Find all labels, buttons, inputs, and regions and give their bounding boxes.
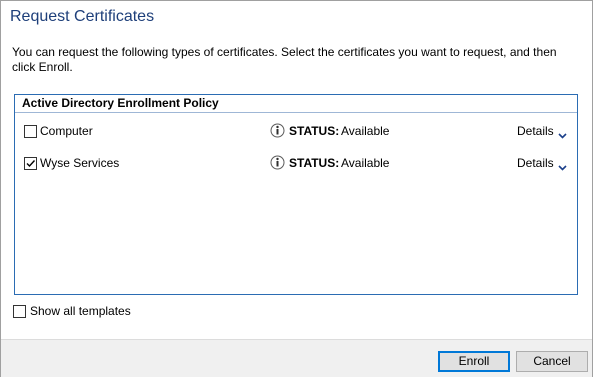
certificate-row-computer: Computer STATUS: Available Details: [15, 122, 577, 142]
certificate-name: Wyse Services: [40, 156, 120, 170]
dialog-title: Request Certificates: [10, 8, 155, 25]
details-link[interactable]: Details: [517, 124, 554, 138]
wyse-services-checkbox[interactable]: [24, 157, 37, 170]
cancel-button[interactable]: Cancel: [516, 351, 588, 372]
enrollment-policy-panel: Active Directory Enrollment Policy Compu…: [14, 94, 578, 295]
status-value: Available: [341, 124, 390, 138]
dialog-description: You can request the following types of c…: [12, 45, 557, 74]
dialog-footer: Enroll Cancel: [1, 339, 592, 377]
details-link[interactable]: Details: [517, 156, 554, 170]
request-certificates-dialog: Request Certificates You can request the…: [0, 0, 593, 377]
policy-header: Active Directory Enrollment Policy: [15, 95, 577, 113]
info-icon: [270, 155, 285, 170]
info-icon: [270, 123, 285, 138]
show-all-templates-checkbox[interactable]: [13, 305, 26, 318]
status-label: STATUS:: [289, 156, 340, 170]
status-value: Available: [341, 156, 390, 170]
checkmark-icon: [26, 160, 36, 168]
show-all-templates-label: Show all templates: [30, 304, 131, 318]
certificate-name: Computer: [40, 124, 93, 138]
chevron-down-icon[interactable]: [558, 128, 567, 142]
certificate-row-wyse-services: Wyse Services STATUS: Available Details: [15, 154, 577, 174]
enroll-button[interactable]: Enroll: [438, 351, 510, 372]
status-label: STATUS:: [289, 124, 340, 138]
chevron-down-icon[interactable]: [558, 160, 567, 174]
computer-checkbox[interactable]: [24, 125, 37, 138]
